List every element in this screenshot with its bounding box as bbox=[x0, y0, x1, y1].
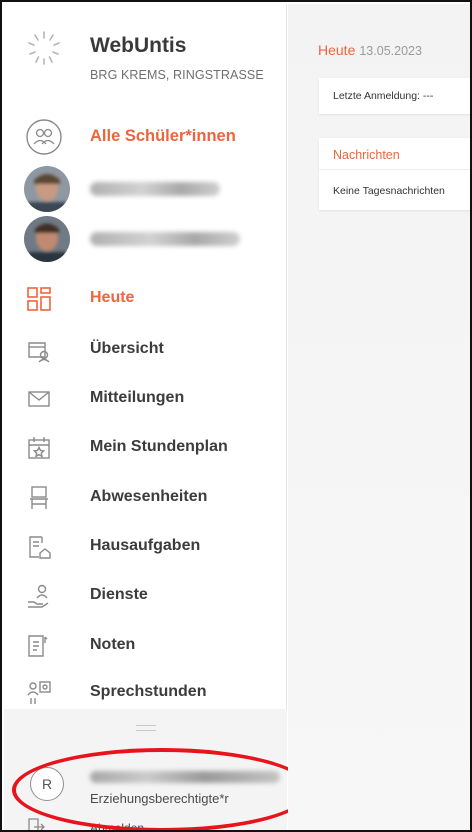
drawer-handle-icon[interactable] bbox=[136, 725, 156, 731]
nav-item-label: Noten bbox=[90, 636, 136, 653]
chair-icon bbox=[30, 486, 48, 509]
nav-item-label: Mitteilungen bbox=[90, 389, 185, 406]
nav-item-label: Dienste bbox=[90, 586, 148, 603]
app-frame: WebUntis BRG KREMS, RINGSTRASSE Alle Sch… bbox=[0, 0, 472, 832]
overview-icon bbox=[28, 342, 50, 363]
nav-item-heute[interactable]: Heute bbox=[4, 276, 287, 322]
nav-item-uebersicht[interactable]: Übersicht bbox=[4, 327, 287, 373]
account-role: Erziehungsberechtigte*r bbox=[90, 791, 229, 806]
calendar-star-icon bbox=[28, 437, 50, 459]
nav-item-label: Heute bbox=[90, 289, 135, 306]
brand-header[interactable]: WebUntis BRG KREMS, RINGSTRASSE bbox=[4, 4, 287, 104]
school-name: BRG KREMS, RINGSTRASSE bbox=[90, 68, 264, 82]
all-students-item[interactable]: Alle Schüler*innen bbox=[4, 114, 287, 160]
nav-item-stundenplan[interactable]: Mein Stundenplan bbox=[4, 425, 287, 471]
account-area: R Erziehungsberechtigte*r Abmelden bbox=[4, 709, 287, 832]
webuntis-logo-icon bbox=[28, 31, 60, 65]
logout-label: Abmelden bbox=[90, 821, 145, 832]
logout-button[interactable]: Abmelden bbox=[4, 817, 287, 832]
news-title: Nachrichten bbox=[333, 148, 400, 162]
news-card-header[interactable]: Nachrichten bbox=[319, 138, 470, 170]
nav-item-label: Sprechstunden bbox=[90, 683, 207, 700]
account-avatar[interactable]: R bbox=[30, 767, 64, 801]
logout-door-icon bbox=[28, 818, 45, 830]
page-heading: Heute 13.05.2023 bbox=[318, 42, 422, 58]
nav-item-label: Mein Stundenplan bbox=[90, 438, 228, 455]
consultation-icon bbox=[27, 681, 51, 704]
nav-item-label: Abwesenheiten bbox=[90, 488, 208, 505]
student-item[interactable] bbox=[4, 216, 287, 262]
student-avatar bbox=[24, 216, 70, 262]
grades-icon bbox=[28, 635, 48, 657]
nav-item-mitteilungen[interactable]: Mitteilungen bbox=[4, 376, 287, 422]
nav-item-hausaufgaben[interactable]: Hausaufgaben bbox=[4, 524, 287, 570]
student-item[interactable] bbox=[4, 166, 287, 212]
nav-item-label: Hausaufgaben bbox=[90, 537, 201, 554]
envelope-icon bbox=[28, 391, 50, 407]
all-students-label: Alle Schüler*innen bbox=[90, 127, 236, 145]
duty-person-icon bbox=[28, 584, 49, 608]
students-group-icon bbox=[26, 119, 62, 155]
news-empty-text: Keine Tagesnachrichten bbox=[333, 185, 445, 197]
nav-item-noten[interactable]: Noten bbox=[4, 623, 287, 669]
nav-item-abwesenheiten[interactable]: Abwesenheiten bbox=[4, 475, 287, 521]
last-login-text: Letzte Anmeldung: --- bbox=[333, 90, 434, 102]
nav-item-label: Übersicht bbox=[90, 340, 164, 357]
homework-house-icon bbox=[29, 536, 51, 559]
student-avatar bbox=[24, 166, 70, 212]
nav-item-dienste[interactable]: Dienste bbox=[4, 573, 287, 619]
student-name-redacted bbox=[90, 232, 240, 246]
sidebar: WebUntis BRG KREMS, RINGSTRASSE Alle Sch… bbox=[4, 4, 312, 832]
page-date: 13.05.2023 bbox=[359, 44, 422, 58]
student-photo-icon bbox=[24, 216, 70, 262]
app-title: WebUntis bbox=[90, 34, 187, 57]
student-name-redacted bbox=[90, 182, 220, 196]
last-login-card: Letzte Anmeldung: --- bbox=[319, 78, 470, 114]
page-title: Heute bbox=[318, 42, 356, 58]
account-name-redacted bbox=[90, 771, 280, 783]
dashboard-grid-icon bbox=[27, 287, 51, 311]
news-card: Nachrichten Keine Tagesnachrichten bbox=[319, 138, 470, 210]
main-content: Heute 13.05.2023 Letzte Anmeldung: --- Na… bbox=[288, 4, 470, 830]
student-photo-icon bbox=[24, 166, 70, 212]
